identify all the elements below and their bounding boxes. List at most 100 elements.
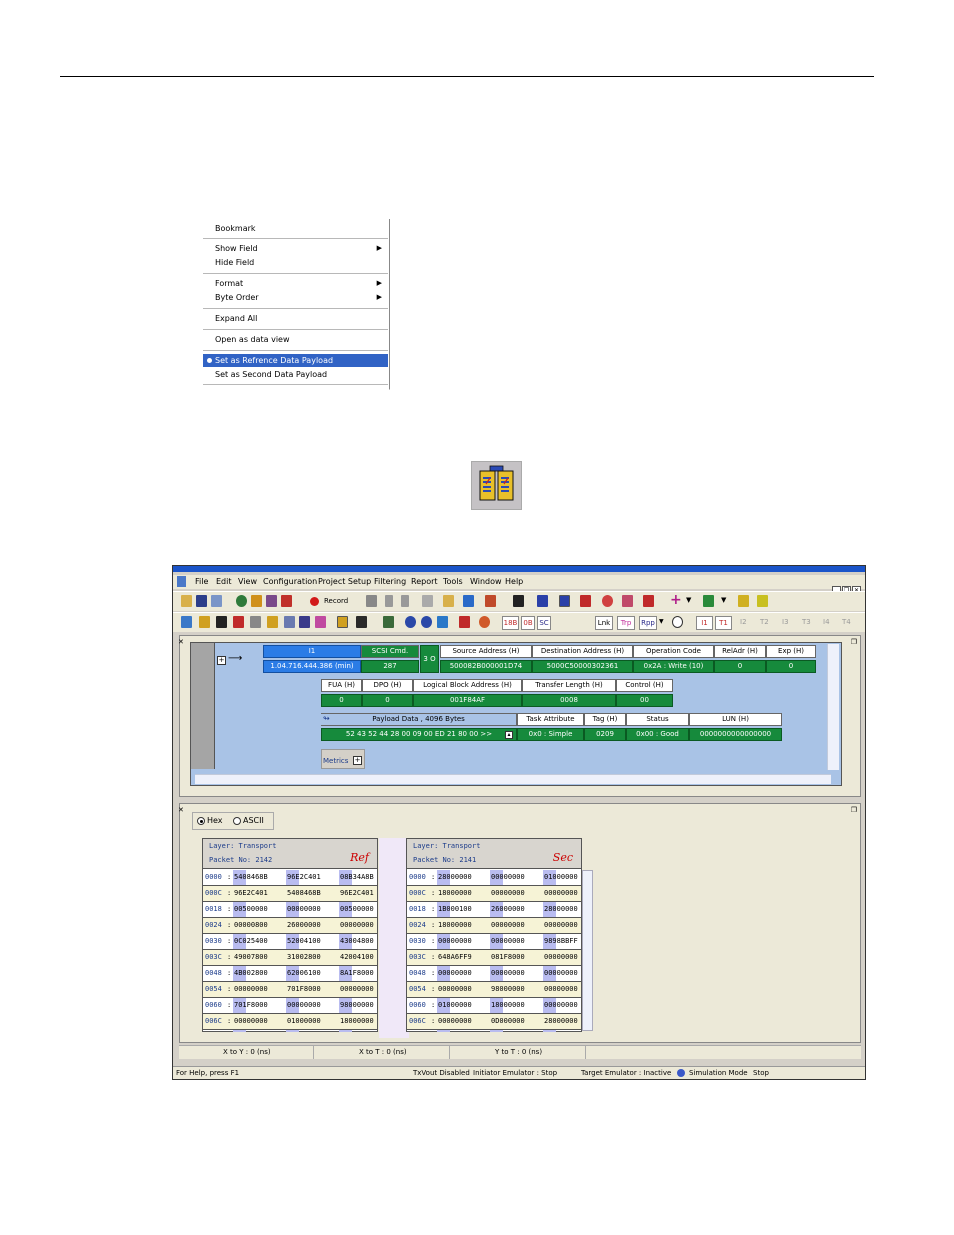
layout-icon[interactable] bbox=[181, 616, 192, 628]
lba-value[interactable]: 001F84AF bbox=[413, 694, 522, 707]
hex-row[interactable]: 0060:01000000 18000000 00000000 bbox=[407, 998, 581, 1014]
menu-window[interactable]: Window bbox=[470, 577, 502, 586]
hex-word[interactable]: 26000000 bbox=[287, 918, 321, 933]
pane-restore-icon[interactable]: ❐ bbox=[851, 806, 857, 814]
color-icon[interactable] bbox=[479, 616, 490, 628]
hex-word[interactable]: 43004800 bbox=[340, 934, 374, 949]
hex-word[interactable]: 00000000 bbox=[491, 886, 525, 901]
hex-word[interactable]: 00000000 bbox=[438, 934, 472, 949]
hex-word[interactable]: 00000000 bbox=[438, 966, 472, 981]
menu-filtering[interactable]: Filtering bbox=[374, 577, 406, 586]
hex-word[interactable]: 701F8000 bbox=[234, 998, 268, 1013]
status-value[interactable]: 0x00 : Good bbox=[626, 728, 689, 741]
find-icon[interactable] bbox=[513, 595, 524, 607]
add-icon[interactable]: + bbox=[670, 592, 682, 608]
hex-word[interactable]: 98000000 bbox=[491, 982, 525, 997]
exp-value[interactable]: 0 bbox=[766, 660, 816, 673]
hex-word[interactable]: 28000000 bbox=[544, 902, 578, 917]
hex-row[interactable]: 0048:4B002800 62006100 8A1F8000 bbox=[203, 966, 377, 982]
hex-word[interactable]: 8A1F8000 bbox=[340, 966, 374, 981]
capture-icon[interactable] bbox=[236, 595, 247, 607]
hex-word[interactable]: 081F8000 bbox=[491, 950, 525, 965]
menu-file[interactable]: File bbox=[195, 577, 208, 586]
dropdown-arrow-icon[interactable]: ▼ bbox=[686, 596, 691, 604]
hex-word[interactable]: 18000000 bbox=[438, 886, 472, 901]
menu-item-byte-order[interactable]: Byte Order ▶ bbox=[203, 291, 388, 304]
hex-word[interactable]: 01000000 bbox=[544, 870, 578, 885]
hex-radio[interactable] bbox=[197, 817, 205, 825]
hex-row[interactable]: 0060:701F8000 00000000 98000000 bbox=[203, 998, 377, 1014]
hex-word[interactable]: 00000000 bbox=[544, 966, 578, 981]
compare-payload-icon[interactable] bbox=[471, 461, 522, 510]
zoom-in-icon[interactable] bbox=[405, 616, 416, 628]
hex-word[interactable]: 18000000 bbox=[340, 1014, 374, 1029]
filter-icon[interactable] bbox=[537, 595, 548, 607]
hex-row[interactable]: 0018:00500000 00000000 00500000 bbox=[203, 902, 377, 918]
metrics-expand-icon[interactable]: + bbox=[353, 756, 362, 765]
hex-row[interactable]: 0054:00000000 98000000 00000000 bbox=[407, 982, 581, 998]
source-address-value[interactable]: 500082B000001D74 bbox=[440, 660, 532, 673]
hex-word[interactable]: 00000000 bbox=[438, 982, 472, 997]
rpp-button[interactable]: Rpp bbox=[639, 616, 657, 630]
hex-word[interactable]: 08B34A8B bbox=[340, 870, 374, 885]
goto-packet-icon[interactable] bbox=[459, 616, 470, 628]
hex-word[interactable]: 00000000 bbox=[544, 982, 578, 997]
i1-button[interactable]: I1 bbox=[696, 616, 713, 630]
hex-word[interactable]: 98000000 bbox=[340, 998, 374, 1013]
hex-word[interactable]: 49007800 bbox=[234, 950, 268, 965]
chart-icon[interactable] bbox=[251, 595, 262, 607]
hex-word[interactable]: 01000000 bbox=[438, 998, 472, 1013]
ascii-radio[interactable] bbox=[233, 817, 241, 825]
operation-code-value[interactable]: 0x2A : Write (10) bbox=[633, 660, 714, 673]
t1-button[interactable]: T1 bbox=[715, 616, 732, 630]
pane-close-icon[interactable]: ✕ bbox=[178, 638, 184, 646]
hex-word[interactable]: 5408468B bbox=[234, 870, 268, 885]
format-18b-button[interactable]: 18B bbox=[502, 616, 519, 630]
task-attribute-value[interactable]: 0x0 : Simple bbox=[517, 728, 584, 741]
menu-edit[interactable]: Edit bbox=[216, 577, 232, 586]
packet-hscroll[interactable] bbox=[195, 774, 831, 784]
pan-icon[interactable] bbox=[437, 616, 448, 628]
hex-word[interactable]: 18000000 bbox=[491, 998, 525, 1013]
hex-word[interactable]: 00000000 bbox=[438, 1014, 472, 1029]
hex-row[interactable]: 0000:5408468B 96E2C401 08B34A8B bbox=[203, 870, 377, 886]
sort-icon[interactable] bbox=[463, 595, 474, 607]
reladr-value[interactable]: 0 bbox=[714, 660, 766, 673]
hex-word[interactable]: 96E2C401 bbox=[340, 886, 374, 901]
summary-icon[interactable] bbox=[284, 616, 295, 628]
destination-address-value[interactable]: 5000C50000302361 bbox=[532, 660, 633, 673]
hex-word[interactable]: 28000000 bbox=[438, 870, 472, 885]
menu-item-expand-all[interactable]: Expand All bbox=[203, 312, 388, 325]
zoom-out-icon[interactable] bbox=[421, 616, 432, 628]
menu-help[interactable]: Help bbox=[505, 577, 523, 586]
decode-icon[interactable] bbox=[233, 616, 244, 628]
hex-word[interactable]: 42004100 bbox=[340, 950, 374, 965]
export-icon[interactable] bbox=[443, 595, 454, 607]
fua-value[interactable]: 0 bbox=[321, 694, 362, 707]
t2-button[interactable]: T2 bbox=[760, 618, 769, 626]
save-as-icon[interactable] bbox=[211, 595, 222, 607]
payload-value[interactable]: 52 43 52 44 28 00 09 00 ED 21 80 00 >> bbox=[321, 728, 517, 741]
lnk-button[interactable]: Lnk bbox=[595, 616, 613, 630]
unmark-icon[interactable] bbox=[643, 595, 654, 607]
dropdown-arrow-icon[interactable]: ▼ bbox=[659, 618, 664, 625]
pane-restore-icon[interactable]: ❐ bbox=[851, 638, 857, 646]
menu-item-format[interactable]: Format ▶ bbox=[203, 277, 388, 290]
hex-word[interactable]: 5408468B bbox=[287, 886, 321, 901]
stop-run-icon[interactable] bbox=[366, 595, 377, 607]
pause-icon[interactable] bbox=[401, 595, 409, 607]
hex-word[interactable]: 4B002800 bbox=[234, 966, 268, 981]
menu-view[interactable]: View bbox=[238, 577, 257, 586]
report-icon[interactable] bbox=[383, 616, 394, 628]
hex-word[interactable]: 1B000100 bbox=[438, 902, 472, 917]
hex-word[interactable]: 18000000 bbox=[438, 918, 472, 933]
control-value[interactable]: 00 bbox=[616, 694, 673, 707]
dropdown-arrow-icon[interactable]: ▼ bbox=[721, 596, 726, 604]
grid-icon[interactable] bbox=[216, 616, 227, 628]
metrics-button[interactable]: Metrics + bbox=[321, 749, 365, 769]
hex-row[interactable]: 006C:00000000 0D000000 28000000 bbox=[407, 1014, 581, 1030]
t4-button[interactable]: T4 bbox=[842, 618, 851, 626]
format-sc-button[interactable]: SC bbox=[537, 616, 551, 630]
hex-word[interactable]: 00000000 bbox=[491, 870, 525, 885]
hex-word[interactable]: 01000000 bbox=[287, 1014, 321, 1029]
